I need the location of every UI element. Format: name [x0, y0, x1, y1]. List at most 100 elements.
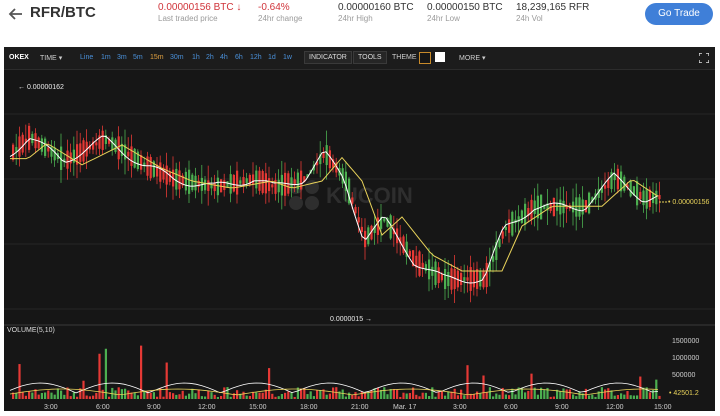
- volume-bar: [162, 396, 165, 399]
- volume-bar: [76, 396, 79, 399]
- candle-body: [524, 203, 527, 225]
- last-price-tag-value: 0.00000156: [672, 199, 709, 206]
- more-menu[interactable]: MORE ▾: [459, 54, 485, 62]
- volume-bar: [85, 395, 88, 399]
- candle-body: [360, 226, 363, 232]
- volume-bar: [191, 388, 194, 399]
- volume-bar: [56, 388, 59, 399]
- timeframe-line[interactable]: Line: [80, 54, 93, 61]
- back-arrow-icon[interactable]: [6, 4, 26, 24]
- volume-bar: [284, 392, 287, 399]
- volume-bar: [408, 393, 411, 399]
- candle-body: [239, 180, 242, 184]
- volume-bar: [37, 394, 40, 399]
- volume-bar: [277, 396, 280, 399]
- volume-bar: [175, 394, 178, 399]
- tools-button[interactable]: TOOLS: [353, 51, 387, 64]
- candle-body: [629, 180, 632, 197]
- timeframe-1h[interactable]: 1h: [192, 54, 200, 61]
- low-marker-value: 0.0000015: [330, 316, 363, 323]
- volume-bar: [364, 392, 367, 399]
- time-axis-label: 15:00: [654, 404, 672, 411]
- candle-body: [562, 200, 565, 214]
- volume-bar: [616, 395, 619, 399]
- volume-bar: [376, 387, 379, 399]
- candle-body: [277, 179, 280, 193]
- candle-body: [44, 138, 47, 156]
- volume-bar: [127, 390, 130, 399]
- volume-tick-label: 1500000: [672, 338, 699, 345]
- candle-body: [31, 133, 34, 144]
- candle-body: [504, 226, 507, 230]
- volume-label: 24h Vol: [516, 14, 543, 23]
- theme-light-swatch[interactable]: [435, 52, 445, 62]
- candle-body: [232, 174, 235, 192]
- timeframe-4h[interactable]: 4h: [220, 54, 228, 61]
- timeframe-2h[interactable]: 2h: [206, 54, 214, 61]
- go-trade-button[interactable]: Go Trade: [645, 3, 713, 25]
- timeframe-6h[interactable]: 6h: [235, 54, 243, 61]
- volume-bar: [453, 388, 456, 399]
- timeframe-1m[interactable]: 1m: [101, 54, 111, 61]
- timeframe-1d[interactable]: 1d: [268, 54, 276, 61]
- more-menu-label: MORE: [459, 55, 480, 62]
- volume-bar: [524, 392, 527, 399]
- price-grid: [4, 113, 715, 310]
- volume-bar: [316, 390, 319, 399]
- timeframe-3m[interactable]: 3m: [117, 54, 127, 61]
- time-axis-label: 3:00: [44, 404, 58, 411]
- high-marker-value: 0.00000162: [27, 84, 64, 91]
- volume-bar: [165, 362, 168, 399]
- chevron-down-icon: ▾: [58, 55, 63, 62]
- volume-bar: [117, 387, 120, 399]
- volume-bar: [396, 389, 399, 399]
- volume-bar: [389, 389, 392, 399]
- candle-body: [175, 168, 178, 190]
- timeframe-15m[interactable]: 15m: [150, 54, 164, 61]
- candle-body: [95, 142, 98, 146]
- pair-title: RFR/BTC: [30, 4, 96, 21]
- volume-bar: [360, 391, 363, 399]
- volume-bar: [245, 395, 248, 399]
- timeframe-30m[interactable]: 30m: [170, 54, 184, 61]
- timeframe-12h[interactable]: 12h: [250, 54, 262, 61]
- volume-bar: [623, 394, 626, 399]
- candle-body: [293, 179, 296, 185]
- volume-bar: [437, 391, 440, 399]
- volume-bar: [648, 392, 651, 399]
- candle-body: [204, 179, 207, 191]
- volume-bar: [133, 392, 136, 399]
- candle-body: [636, 180, 639, 206]
- volume-bar: [341, 389, 344, 399]
- candle-body: [165, 165, 168, 185]
- candle-body: [191, 174, 194, 191]
- candle-body: [655, 190, 658, 205]
- candle-body: [184, 171, 187, 191]
- theme-dark-swatch[interactable]: [419, 52, 431, 64]
- volume-pane-label: VOLUME(5,10): [7, 327, 55, 334]
- volume-bar: [584, 388, 587, 399]
- indicator-button[interactable]: INDICATOR: [304, 51, 352, 64]
- candle-body: [498, 239, 501, 247]
- candle-body: [236, 170, 239, 195]
- volume-bar: [274, 396, 277, 399]
- volume-bar: [357, 396, 360, 399]
- volume-bar: [184, 395, 187, 399]
- fullscreen-icon[interactable]: [699, 53, 709, 63]
- volume-bar: [101, 389, 104, 399]
- volume-bar: [549, 396, 552, 399]
- volume-bar: [613, 395, 616, 399]
- candle-body: [616, 168, 619, 190]
- volume-bar: [210, 392, 213, 399]
- volume-bar: [60, 390, 63, 399]
- candle-body: [556, 203, 559, 211]
- candle-body: [607, 179, 610, 188]
- time-menu[interactable]: TIME ▾: [40, 54, 62, 62]
- last-price-value: 0.00000156 BTC: [158, 2, 234, 13]
- candle-body: [268, 178, 271, 192]
- timeframe-5m[interactable]: 5m: [133, 54, 143, 61]
- candlestick-chart[interactable]: KUCOIN ← 0.00000162 0.0000015 → • 0.0000…: [4, 69, 715, 411]
- timeframe-1w[interactable]: 1w: [283, 54, 292, 61]
- time-axis-label: 18:00: [300, 404, 318, 411]
- candles-layer: [12, 123, 661, 303]
